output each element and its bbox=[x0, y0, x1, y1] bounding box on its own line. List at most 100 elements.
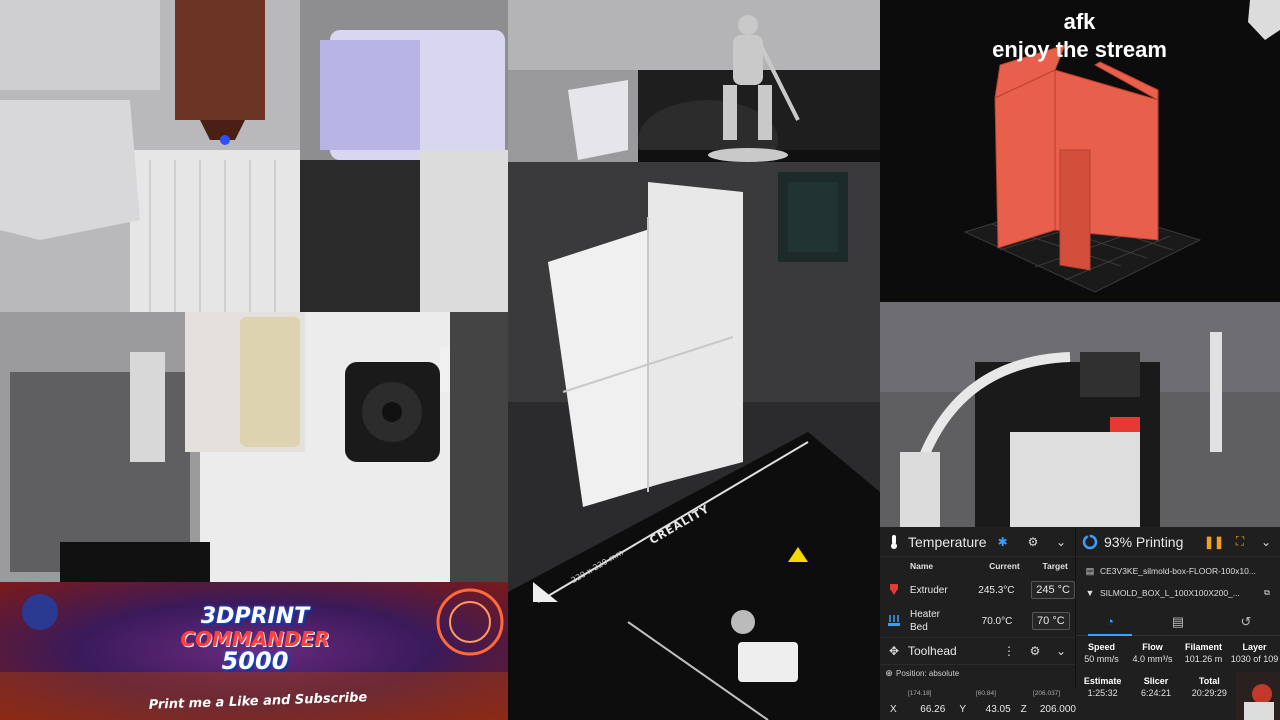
camera-feed-hotend bbox=[0, 312, 508, 582]
stat-filament-value: 101.26 m bbox=[1184, 654, 1223, 664]
axis-z-label: Z bbox=[1020, 703, 1027, 715]
heater-bed-name: Heater Bed bbox=[910, 608, 966, 634]
crosshair-icon: ⊕ bbox=[885, 667, 893, 678]
heater-bed-target-input[interactable]: 70 °C bbox=[1032, 612, 1070, 630]
stat-flow-label: Flow bbox=[1142, 642, 1163, 652]
extruder-target-input[interactable]: 245 °C bbox=[1031, 581, 1075, 599]
stat-slicer-label: Slicer bbox=[1143, 676, 1169, 686]
axis-y-value[interactable]: 43.05 bbox=[979, 704, 1011, 715]
heater-bed-name-line1: Heater bbox=[910, 609, 941, 620]
status-title: 93% Printing bbox=[1104, 533, 1184, 550]
file-row-1[interactable]: ▤ CE3V3KE_silmold-box-FLOOR-100x10... bbox=[1076, 560, 1280, 582]
history-icon: ↺ bbox=[1240, 613, 1252, 629]
col-name: Name bbox=[910, 561, 934, 571]
extruder-icon bbox=[886, 582, 902, 598]
heater-bed-icon bbox=[886, 613, 902, 629]
toolhead-gear-icon[interactable]: ⚙ bbox=[1027, 643, 1043, 659]
temperature-row-extruder: Extruder 245.3°C 245 °C bbox=[880, 575, 1075, 605]
stat-flow: Flow 4.0 mm³/s bbox=[1127, 642, 1178, 664]
exclude-object-icon[interactable]: ⛶ bbox=[1232, 534, 1248, 550]
stat-speed: Speed 50 mm/s bbox=[1076, 642, 1127, 664]
camera-feed-figure bbox=[508, 0, 880, 162]
temperature-title: Temperature bbox=[908, 533, 987, 550]
file-name-1: CE3V3KE_silmold-box-FLOOR-100x10... bbox=[1100, 566, 1256, 576]
stats-row-1: Speed 50 mm/s Flow 4.0 mm³/s Filament 101.2… bbox=[1076, 642, 1280, 664]
toolhead-header: ✥ Toolhead ⋮ ⚙ ⌄ bbox=[880, 637, 1075, 665]
speedometer-icon: ◔ bbox=[1106, 614, 1114, 629]
axis-x-value[interactable]: 66.26 bbox=[910, 704, 945, 715]
stat-estimate-value: 1:25:32 bbox=[1087, 688, 1118, 698]
stat-total: Total 20:29:29 bbox=[1183, 676, 1236, 698]
chevron-down-icon[interactable]: ⌄ bbox=[1053, 534, 1069, 550]
file-name-2: SILMOLD_BOX_L_100X100X200_... bbox=[1100, 588, 1240, 598]
external-link-icon[interactable]: ⧉ bbox=[1262, 585, 1272, 601]
extruder-current: 245.3°C bbox=[978, 584, 1015, 596]
afk-overlay: afk enjoy the stream bbox=[882, 8, 1277, 64]
status-chevron-down-icon[interactable]: ⌄ bbox=[1258, 534, 1274, 550]
status-panel: 93% Printing ❚❚ ⛶ ⌄ ▤ CE3V3KE_silmold-bo… bbox=[1076, 527, 1280, 720]
heater-bed-current: 70.0°C bbox=[981, 615, 1013, 627]
col-target: Target bbox=[1042, 561, 1068, 571]
thumbnail-image bbox=[1236, 672, 1280, 720]
move-arrows-icon: ✥ bbox=[888, 644, 900, 658]
stat-layer-label: Layer bbox=[1242, 642, 1267, 652]
temperature-header: Temperature ✱ ⚙ ⌄ bbox=[880, 527, 1075, 557]
stat-slicer-value: 6:24:21 bbox=[1140, 688, 1171, 698]
stat-total-label: Total bbox=[1198, 676, 1220, 686]
document-icon: ▤ bbox=[1171, 613, 1185, 629]
nozzle-icon: ▼ bbox=[1085, 588, 1095, 598]
file-icon: ▤ bbox=[1085, 565, 1095, 576]
thermometer-icon bbox=[886, 534, 902, 550]
camera-feed-bed: CREALITY 220 x 220 mm bbox=[508, 162, 880, 720]
toolhead-position-mode-row: ⊕ Position: absolute bbox=[880, 665, 1075, 681]
extruder-target-value: 245 bbox=[1036, 584, 1055, 596]
banner-logo: 3DPRINT COMMANDER 5000 bbox=[140, 604, 370, 675]
col-current: Current bbox=[989, 561, 1020, 571]
stat-total-value: 20:29:29 bbox=[1191, 688, 1227, 698]
banner-logo-line1: 3DPRINT bbox=[200, 604, 310, 629]
axis-x-max: [174.18] bbox=[908, 690, 932, 697]
extruder-name: Extruder bbox=[909, 584, 948, 596]
position-mode: Position: absolute bbox=[896, 668, 960, 678]
tab-history[interactable]: ↺ bbox=[1212, 608, 1280, 636]
heater-bed-target-value: 70 bbox=[1037, 615, 1050, 627]
stat-filament-label: Filament bbox=[1184, 642, 1222, 652]
file-row-2[interactable]: ▼ SILMOLD_BOX_L_100X100X200_... ⧉ bbox=[1076, 582, 1280, 604]
stat-speed-label: Speed bbox=[1087, 642, 1115, 652]
toolhead-axes: [174.18] [60.84] [206.037] X 66.26 Y 43.… bbox=[880, 688, 1076, 720]
stat-layer: Layer 1030 of 109 bbox=[1229, 642, 1280, 664]
extruder-target-unit: °C bbox=[1057, 584, 1070, 596]
status-header: 93% Printing ❚❚ ⛶ ⌄ bbox=[1076, 527, 1280, 557]
afk-line2: enjoy the stream bbox=[992, 37, 1167, 62]
heater-bed-name-line2: Bed bbox=[910, 622, 928, 633]
camera-feed-nozzle bbox=[0, 0, 508, 312]
camera-feed-overhead bbox=[880, 302, 1280, 527]
snowflake-icon[interactable]: ✱ bbox=[995, 534, 1011, 550]
toolhead-chevron-down-icon[interactable]: ⌄ bbox=[1053, 643, 1069, 659]
stat-estimate: Estimate 1:25:32 bbox=[1076, 676, 1129, 698]
axis-z-value[interactable]: 206.000 bbox=[1035, 704, 1076, 715]
heater-bed-target-unit: °C bbox=[1052, 615, 1065, 627]
axis-y-max: [60.84] bbox=[976, 690, 996, 697]
toolhead-title: Toolhead bbox=[908, 644, 957, 658]
stat-speed-value: 50 mm/s bbox=[1084, 654, 1119, 664]
tab-status[interactable]: ◔ bbox=[1076, 608, 1144, 636]
status-tabs: ◔ ▤ ↺ bbox=[1076, 608, 1280, 636]
gear-icon[interactable]: ⚙ bbox=[1025, 534, 1041, 550]
axis-x-label: X bbox=[890, 703, 897, 715]
pause-icon[interactable]: ❚❚ bbox=[1204, 534, 1224, 550]
stat-flow-value: 4.0 mm³/s bbox=[1132, 654, 1173, 664]
stat-slicer: Slicer 6:24:21 bbox=[1129, 676, 1182, 698]
tab-files[interactable]: ▤ bbox=[1144, 608, 1212, 636]
temperature-row-heater-bed: Heater Bed 70.0°C 70 °C bbox=[880, 605, 1075, 637]
temperature-table-header: Name Current Target bbox=[880, 557, 1075, 575]
stat-estimate-label: Estimate bbox=[1083, 676, 1122, 686]
channel-banner: 3DPRINT COMMANDER 5000 Print me a Like a… bbox=[0, 582, 508, 720]
banner-logo-line3: 5000 bbox=[221, 647, 289, 675]
stat-layer-value: 1030 of 109 bbox=[1230, 654, 1279, 664]
more-vertical-icon[interactable]: ⋮ bbox=[1001, 643, 1017, 659]
axis-y-label: Y bbox=[959, 703, 966, 715]
afk-line1: afk bbox=[1063, 9, 1096, 34]
progress-ring-icon bbox=[1082, 534, 1098, 550]
axis-z-max: [206.037] bbox=[1033, 690, 1061, 697]
